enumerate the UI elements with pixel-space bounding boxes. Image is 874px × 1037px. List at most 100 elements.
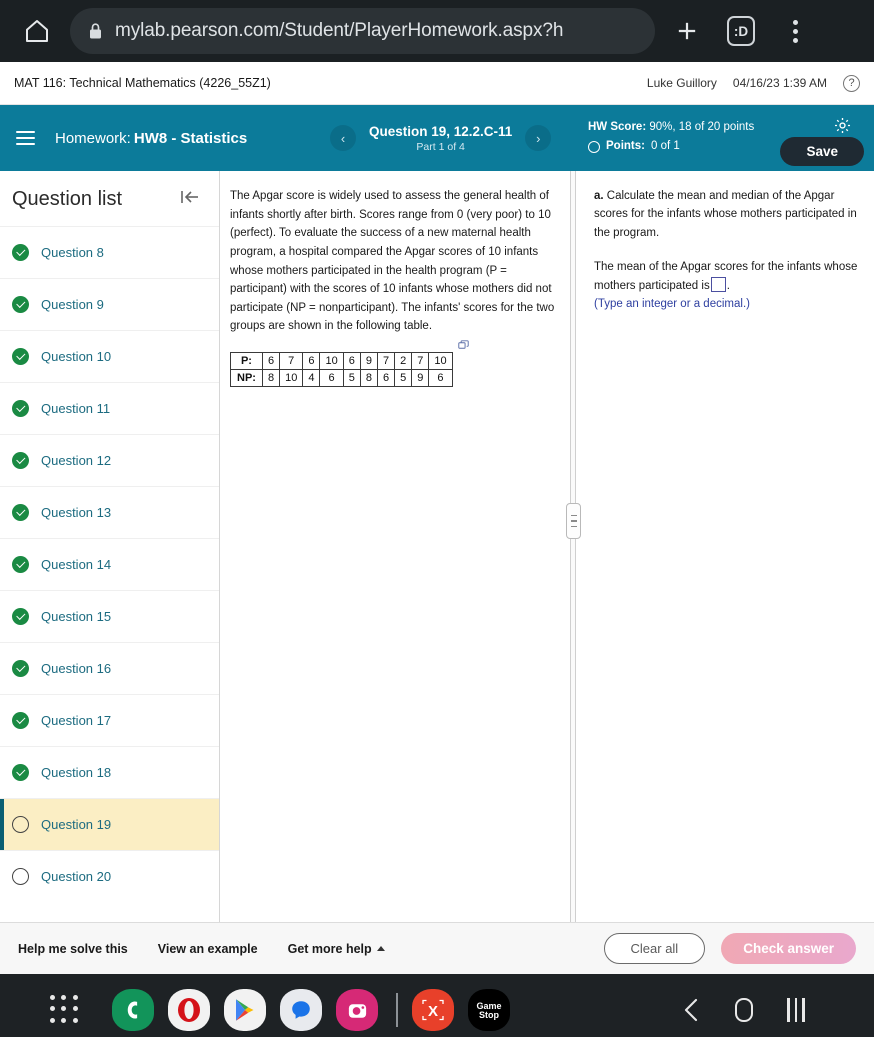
previous-question-button[interactable]: ‹ xyxy=(330,125,356,151)
answer-toolbar: Help me solve this View an example Get m… xyxy=(0,922,874,974)
status-done-icon xyxy=(12,764,29,781)
question-list-items: Question 8 Question 9 Question 10 Questi… xyxy=(0,226,219,902)
nav-home-button[interactable] xyxy=(718,984,770,1036)
question-list-header: Question list xyxy=(0,171,219,226)
collapse-panel-icon xyxy=(181,191,198,203)
instagram-glyph-icon xyxy=(348,1003,366,1018)
check-answer-button[interactable]: Check answer xyxy=(721,933,856,964)
new-tab-button[interactable] xyxy=(665,8,709,54)
question-list-item[interactable]: Question 14 xyxy=(0,538,219,590)
url-text: mylab.pearson.com/Student/PlayerHomework… xyxy=(115,20,564,41)
status-done-icon xyxy=(12,660,29,677)
opera-app-icon[interactable] xyxy=(168,989,210,1031)
browser-toolbar: mylab.pearson.com/Student/PlayerHomework… xyxy=(0,0,874,62)
lock-icon xyxy=(90,23,101,39)
answer-prompt: The mean of the Apgar scores for the inf… xyxy=(594,258,858,295)
nav-recents-button[interactable] xyxy=(770,984,822,1036)
answer-input[interactable] xyxy=(710,276,726,292)
get-more-help-button[interactable]: Get more help xyxy=(288,942,385,956)
question-list-item-label: Question 16 xyxy=(41,661,112,676)
question-table-wrap: P: 6 7 6 10 6 9 7 2 7 10 NP: 8 10 4 6 5 … xyxy=(230,336,556,387)
cell: 5 xyxy=(394,369,413,387)
get-more-help-label: Get more help xyxy=(287,941,372,956)
question-list-item[interactable]: Question 16 xyxy=(0,642,219,694)
instagram-app-icon[interactable] xyxy=(336,989,378,1031)
cell: 10 xyxy=(319,352,344,370)
status-todo-icon xyxy=(12,868,29,885)
hw-score-value: 90%, 18 of 20 points xyxy=(649,121,755,133)
row-label: NP: xyxy=(230,369,263,387)
messages-app-icon[interactable] xyxy=(280,989,322,1031)
question-title: Question 19, 12.2.C-11 xyxy=(369,123,513,139)
view-an-example-button[interactable]: View an example xyxy=(158,942,258,956)
question-list-item[interactable]: Question 17 xyxy=(0,694,219,746)
question-list-item-label: Question 8 xyxy=(41,245,104,260)
question-list-panel: Question list Question 8 Question 9 Ques… xyxy=(0,171,220,922)
hamburger-menu-icon[interactable] xyxy=(16,131,35,145)
hw-score-label: HW Score: xyxy=(588,121,647,133)
drag-handle-icon[interactable] xyxy=(566,503,581,539)
homework-label: Homework: HW8 - Statistics xyxy=(55,130,247,147)
table-row: NP: 8 10 4 6 5 8 6 5 9 6 xyxy=(230,369,453,387)
browser-menu-button[interactable] xyxy=(773,8,817,54)
user-name: Luke Guillory xyxy=(646,76,717,90)
cell: 5 xyxy=(342,369,361,387)
question-list-item-current[interactable]: Question 19 xyxy=(0,798,219,850)
messages-glyph-icon xyxy=(292,1001,310,1019)
tab-switcher-button[interactable]: :D xyxy=(719,8,763,54)
cell: 9 xyxy=(359,352,378,370)
question-navigator: ‹ Question 19, 12.2.C-11 Part 1 of 4 › xyxy=(330,123,552,153)
cell: 9 xyxy=(411,369,430,387)
x-app-icon[interactable]: X xyxy=(411,989,454,1031)
gamestop-app-icon[interactable]: Game Stop xyxy=(467,989,510,1031)
question-list-item[interactable]: Question 9 xyxy=(0,278,219,330)
cell: 7 xyxy=(411,352,430,370)
save-button[interactable]: Save xyxy=(780,137,864,166)
question-list-item[interactable]: Question 10 xyxy=(0,330,219,382)
question-list-item[interactable]: Question 12 xyxy=(0,434,219,486)
next-question-button[interactable]: › xyxy=(525,125,552,151)
question-list-item-label: Question 18 xyxy=(41,765,112,780)
question-list-item-label: Question 19 xyxy=(41,817,112,832)
android-dock: X Game Stop xyxy=(0,974,874,1037)
play-store-app-icon[interactable] xyxy=(224,989,266,1031)
question-list-item-label: Question 14 xyxy=(41,557,112,572)
x-glyph-icon: X xyxy=(421,999,444,1021)
cell: 6 xyxy=(428,369,453,387)
question-list-item-label: Question 12 xyxy=(41,453,112,468)
question-list-item[interactable]: Question 18 xyxy=(0,746,219,798)
question-list-item[interactable]: Question 13 xyxy=(0,486,219,538)
cell: 2 xyxy=(394,352,413,370)
table-row: P: 6 7 6 10 6 9 7 2 7 10 xyxy=(230,352,453,370)
question-list-item[interactable]: Question 8 xyxy=(0,226,219,278)
collapse-panel-button[interactable] xyxy=(179,187,201,212)
question-list-item[interactable]: Question 20 xyxy=(0,850,219,902)
copy-table-button[interactable] xyxy=(457,338,469,356)
cell: 7 xyxy=(376,352,396,370)
question-list-item[interactable]: Question 11 xyxy=(0,382,219,434)
workspace: Question list Question 8 Question 9 Ques… xyxy=(0,171,874,922)
answer-panel: a. Calculate the mean and median of the … xyxy=(576,171,874,922)
help-me-solve-this-button[interactable]: Help me solve this xyxy=(18,942,128,956)
cell: 8 xyxy=(261,369,281,387)
clear-all-button[interactable]: Clear all xyxy=(603,933,706,964)
cell: 6 xyxy=(319,369,344,387)
status-done-icon xyxy=(12,244,29,261)
app-drawer-icon[interactable] xyxy=(50,995,80,1025)
question-list-title: Question list xyxy=(12,188,123,210)
status-done-icon xyxy=(12,556,29,573)
status-done-icon xyxy=(12,296,29,313)
recents-bars-icon xyxy=(787,998,805,1022)
browser-home-button[interactable] xyxy=(14,8,60,54)
phone-app-icon[interactable] xyxy=(112,989,154,1031)
help-icon[interactable]: ? xyxy=(843,74,860,92)
nav-back-button[interactable] xyxy=(666,984,718,1036)
question-part: Part 1 of 4 xyxy=(416,140,465,153)
row-label: P: xyxy=(230,352,263,370)
question-body: The Apgar score is widely used to assess… xyxy=(230,190,555,333)
question-list-item[interactable]: Question 15 xyxy=(0,590,219,642)
part-prompt-text: Calculate the mean and median of the Apg… xyxy=(594,190,857,239)
course-title: MAT 116: Technical Mathematics (4226_55Z… xyxy=(14,76,271,90)
url-bar[interactable]: mylab.pearson.com/Student/PlayerHomework… xyxy=(70,8,655,54)
panel-splitter[interactable] xyxy=(566,171,581,922)
